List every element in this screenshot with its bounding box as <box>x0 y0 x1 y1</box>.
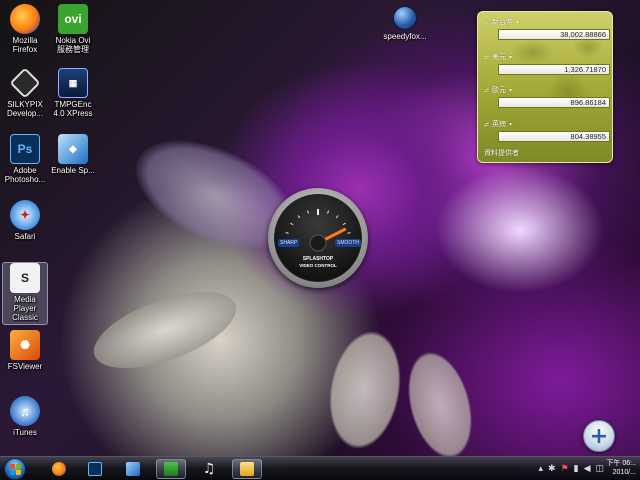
taskbar-button-music[interactable]: ♫ <box>194 459 224 479</box>
desktop-icon-firefox[interactable]: Mozilla Firefox <box>2 4 48 54</box>
taskbar-button-photoshop[interactable] <box>80 459 110 479</box>
desktop-icon-label: Nokia Ovi 服務管理 <box>55 36 91 54</box>
taskbar-button-explorer[interactable] <box>118 459 148 479</box>
dropdown-icon[interactable]: ▾ <box>509 121 512 128</box>
gauge-tick <box>335 215 339 219</box>
desktop-icon-label: FSViewer <box>7 362 43 371</box>
media-player-icon <box>164 462 178 476</box>
photoshop-icon <box>88 462 102 476</box>
gauge-tick <box>342 222 346 226</box>
desktop-icon-label: TMPGEnc 4.0 XPress <box>53 100 93 118</box>
sharp-label[interactable]: SHARP <box>278 239 300 247</box>
currency-row: ⇄ 美元 ▾ 1,326.71870 <box>484 52 610 75</box>
tray-expand-icon[interactable]: ▴ <box>538 463 543 475</box>
system-tray: ▴ ✱ ⚑ ▮ ◀ ◫ <box>538 463 604 475</box>
taskbar-button-firefox[interactable] <box>44 459 74 479</box>
currency-gadget[interactable]: ⇄ 新台幣 ▾ 38,002.88866 ⇄ 美元 ▾ 1,326.71870 ⇄ 歐元 ▾… <box>477 11 613 163</box>
dropdown-icon[interactable]: ▾ <box>509 87 512 94</box>
wallpaper-petal <box>320 324 410 456</box>
taskbar-button-folder[interactable] <box>232 459 262 479</box>
desktop-icon-photoshop[interactable]: Ps Adobe Photosho... <box>2 134 48 184</box>
firefox-icon <box>52 462 66 476</box>
desktop-icon-ovi[interactable]: ovi Nokia Ovi 服務管理 <box>50 4 96 54</box>
desktop-icon-enable[interactable]: ◆ Enable Sp... <box>50 134 96 175</box>
desktop-icon-tmpgenc[interactable]: ▦ TMPGEnc 4.0 XPress <box>50 68 96 118</box>
dropdown-icon[interactable]: ▾ <box>516 19 519 26</box>
swap-icon: ⇄ <box>484 87 490 94</box>
currency-label[interactable]: 新台幣 <box>492 17 513 27</box>
media-player-icon: S <box>10 263 40 293</box>
smooth-label[interactable]: SMOOTH <box>335 239 361 247</box>
desktop-icon-label: Mozilla Firefox <box>12 36 38 54</box>
clock-time: 下午 06:.. <box>606 460 636 467</box>
silkypix-icon <box>9 67 41 99</box>
safari-icon: ✦ <box>10 200 40 230</box>
currency-label[interactable]: 歐元 <box>492 85 506 95</box>
firefox-icon <box>10 4 40 34</box>
desktop-icon-label: SILKYPIX Develop... <box>6 100 44 118</box>
currency-row: ⇄ 歐元 ▾ 896.86184 <box>484 85 610 108</box>
enable-icon: ◆ <box>58 134 88 164</box>
desktop-icon-label: iTunes <box>13 428 37 437</box>
flag-icon[interactable]: ⚑ <box>561 463 569 475</box>
currency-label[interactable]: 美元 <box>492 52 506 62</box>
network-icon[interactable]: ▮ <box>574 463 579 475</box>
swap-icon: ⇄ <box>484 19 490 26</box>
desktop-icon-media-player[interactable]: S Media Player Classic <box>2 262 48 325</box>
desktop-icon-itunes[interactable]: ♫ iTunes <box>2 396 48 437</box>
wallpaper-petal <box>84 276 246 384</box>
folder-icon <box>240 462 254 476</box>
dropdown-icon[interactable]: ▾ <box>509 54 512 61</box>
desktop-icon-silkypix[interactable]: SILKYPIX Develop... <box>2 67 48 118</box>
start-button[interactable] <box>4 458 26 480</box>
desktop-icon-fsviewer[interactable]: ✺ FSViewer <box>2 330 48 371</box>
swap-icon: ⇄ <box>484 121 490 128</box>
currency-label[interactable]: 英鎊 <box>492 119 506 129</box>
currency-value[interactable]: 804.38955 <box>498 131 610 142</box>
gauge-dial <box>284 209 352 252</box>
itunes-icon: ♫ <box>10 396 40 426</box>
desktop-icon-label: Media Player Classic <box>12 295 38 322</box>
photoshop-icon: Ps <box>10 134 40 164</box>
gauge-tick <box>290 222 294 226</box>
fsviewer-icon: ✺ <box>10 330 40 360</box>
speedyfox-icon <box>393 6 417 30</box>
gauge-tick <box>297 215 301 219</box>
desktop-icon-safari[interactable]: ✦ Safari <box>2 200 48 241</box>
taskbar: ♫ ▴ ✱ ⚑ ▮ ◀ ◫ 下午 06:.. 2010/... <box>0 456 640 480</box>
desktop-icon-speedyfox[interactable]: speedyfox... <box>382 6 428 41</box>
data-provider-link[interactable]: 資料提供者 <box>484 148 519 158</box>
plus-icon: + <box>589 423 609 449</box>
swap-icon: ⇄ <box>484 54 490 61</box>
windows-explorer-icon <box>126 462 140 476</box>
gauge-tick <box>285 232 289 234</box>
taskbar-clock[interactable]: 下午 06:.. 2010/... <box>602 459 636 477</box>
currency-value[interactable]: 38,002.88866 <box>498 29 610 40</box>
gauge-brand: SPLASHTOP <box>302 256 334 262</box>
ovi-icon: ovi <box>58 4 88 34</box>
taskbar-button-media-player[interactable] <box>156 459 186 479</box>
volume-icon[interactable]: ◀ <box>584 463 591 475</box>
music-icon: ♫ <box>202 461 216 477</box>
tmpgenc-icon: ▦ <box>58 68 88 98</box>
video-control-gadget[interactable]: SHARP SMOOTH SPLASHTOP VIDEO CONTROL <box>268 188 368 288</box>
currency-value[interactable]: 896.86184 <box>498 97 610 108</box>
clock-date: 2010/... <box>612 469 636 476</box>
wallpaper-petal <box>396 344 484 466</box>
currency-row: ⇄ 新台幣 ▾ 38,002.88866 <box>484 17 610 40</box>
currency-row: ⇄ 英鎊 ▾ 804.38955 <box>484 119 610 142</box>
desktop-icon-label: Enable Sp... <box>51 166 95 175</box>
gauge-tick <box>347 232 351 234</box>
currency-value[interactable]: 1,326.71870 <box>498 64 610 75</box>
desktop-icon-label: speedyfox... <box>383 32 427 41</box>
gauge-subtitle: VIDEO CONTROL <box>299 263 337 268</box>
desktop-icon-label: Safari <box>14 232 36 241</box>
pin-icon[interactable]: ✱ <box>548 463 556 475</box>
desktop-icon-label: Adobe Photosho... <box>4 166 46 184</box>
add-gadget-button[interactable]: + <box>583 420 615 452</box>
